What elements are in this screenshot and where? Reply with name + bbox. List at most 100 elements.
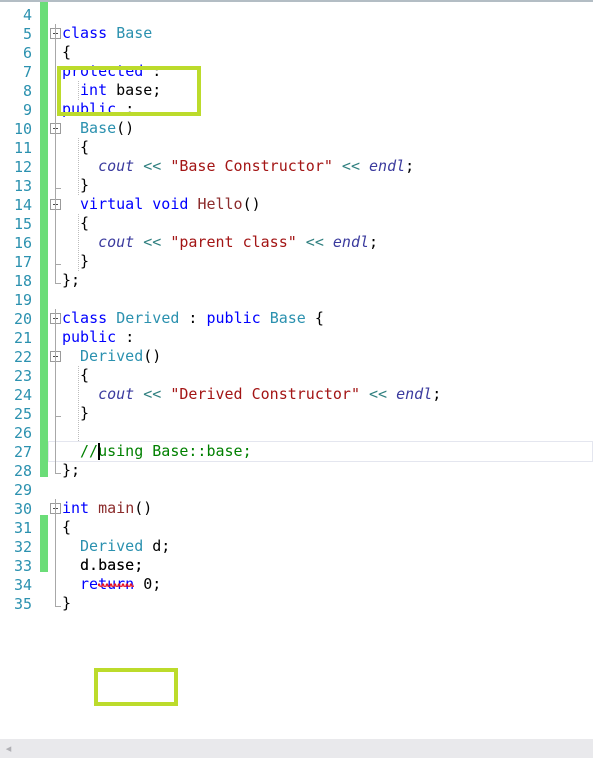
code-line[interactable]: Derived() bbox=[80, 347, 161, 366]
code-line[interactable]: //using Base::base; bbox=[80, 442, 252, 461]
code-token: << bbox=[341, 157, 360, 175]
code-token: public bbox=[62, 328, 117, 346]
change-indicator-column bbox=[40, 2, 48, 758]
code-line[interactable]: }; bbox=[62, 461, 80, 480]
code-token: } bbox=[80, 252, 90, 270]
code-token: () bbox=[134, 499, 153, 517]
code-token: class bbox=[62, 24, 108, 42]
code-line[interactable]: public : bbox=[62, 328, 134, 347]
code-token: endl bbox=[396, 385, 433, 403]
code-token: "Derived Constructor" bbox=[170, 385, 360, 403]
code-token: endl bbox=[369, 157, 406, 175]
line-number: 19 bbox=[13, 291, 32, 309]
line-number: 18 bbox=[13, 272, 32, 290]
code-token: cout bbox=[98, 233, 135, 251]
code-token: << bbox=[143, 385, 162, 403]
code-token: ; bbox=[432, 385, 442, 403]
fold-bracket-line bbox=[55, 24, 56, 283]
line-number: 34 bbox=[13, 576, 32, 594]
text-caret bbox=[98, 443, 101, 460]
highlight-box-d-base bbox=[94, 668, 178, 706]
code-token: ; bbox=[405, 157, 415, 175]
code-line[interactable]: } bbox=[80, 404, 89, 423]
line-number: 11 bbox=[13, 139, 32, 157]
line-number: 25 bbox=[13, 405, 32, 423]
code-line[interactable]: virtual void Hello() bbox=[80, 195, 261, 214]
line-number: 8 bbox=[22, 82, 32, 100]
code-token: () bbox=[116, 119, 135, 137]
line-number: 15 bbox=[13, 215, 32, 233]
code-token: { bbox=[80, 366, 90, 384]
line-number: 17 bbox=[13, 253, 32, 271]
code-line[interactable]: { bbox=[80, 138, 89, 157]
line-number: 9 bbox=[22, 101, 32, 119]
code-token: "parent class" bbox=[170, 233, 297, 251]
change-bar bbox=[40, 515, 48, 572]
code-token: int bbox=[62, 499, 90, 517]
code-editor-window: class Base{protected : int base; public :B… bbox=[0, 0, 593, 758]
code-token: { bbox=[305, 309, 324, 327]
code-line[interactable]: class Derived : public Base { bbox=[62, 309, 324, 328]
code-line[interactable]: }; bbox=[62, 271, 80, 290]
fold-bracket-foot bbox=[55, 416, 61, 417]
code-token: ; bbox=[369, 233, 379, 251]
fold-bracket-foot bbox=[55, 283, 61, 284]
code-token: << bbox=[143, 157, 162, 175]
code-line[interactable]: cout << "Base Constructor" << endl; bbox=[98, 157, 414, 176]
fold-bracket-foot bbox=[55, 473, 61, 474]
code-token: Base bbox=[116, 24, 153, 42]
code-token: Derived bbox=[116, 309, 180, 327]
code-line[interactable]: class Base bbox=[62, 24, 152, 43]
code-token: { bbox=[80, 214, 90, 232]
code-line[interactable]: cout << "parent class" << endl; bbox=[98, 233, 378, 252]
code-line[interactable]: } bbox=[80, 252, 89, 271]
error-squiggle-overlay bbox=[97, 572, 139, 589]
fold-bracket-foot bbox=[55, 264, 61, 265]
code-line[interactable]: { bbox=[80, 214, 89, 233]
code-line[interactable]: cout << "Derived Constructor" << endl; bbox=[98, 385, 441, 404]
horizontal-scrollbar[interactable]: ◂ bbox=[0, 739, 593, 758]
fold-bracket-foot bbox=[55, 606, 61, 607]
code-token: : bbox=[116, 328, 135, 346]
code-token: //using Base::base; bbox=[80, 442, 252, 460]
code-token: () bbox=[143, 347, 162, 365]
fold-bracket-line bbox=[55, 499, 56, 606]
code-token: () bbox=[242, 195, 261, 213]
code-token: Derived bbox=[80, 347, 144, 365]
line-number: 23 bbox=[13, 367, 32, 385]
code-token: 0 bbox=[143, 575, 153, 593]
line-number: 10 bbox=[13, 120, 32, 138]
code-line[interactable]: Derived d; bbox=[80, 537, 170, 556]
code-token: }; bbox=[62, 271, 81, 289]
line-number: 21 bbox=[13, 329, 32, 347]
scroll-left-arrow-icon[interactable]: ◂ bbox=[2, 742, 15, 755]
code-token: class bbox=[62, 309, 108, 327]
fold-bracket-line bbox=[55, 347, 56, 416]
code-token: ; bbox=[152, 575, 162, 593]
line-number: 13 bbox=[13, 177, 32, 195]
highlight-box-protected-base bbox=[57, 66, 201, 116]
code-token: { bbox=[80, 138, 90, 156]
code-line[interactable]: } bbox=[80, 176, 89, 195]
code-token: Hello bbox=[197, 195, 243, 213]
code-line[interactable]: Base() bbox=[80, 119, 134, 138]
fold-bracket-foot bbox=[55, 188, 61, 189]
line-number: 29 bbox=[13, 481, 32, 499]
code-line[interactable]: int main() bbox=[62, 499, 152, 518]
change-bar bbox=[40, 2, 48, 477]
code-line[interactable]: { bbox=[80, 366, 89, 385]
